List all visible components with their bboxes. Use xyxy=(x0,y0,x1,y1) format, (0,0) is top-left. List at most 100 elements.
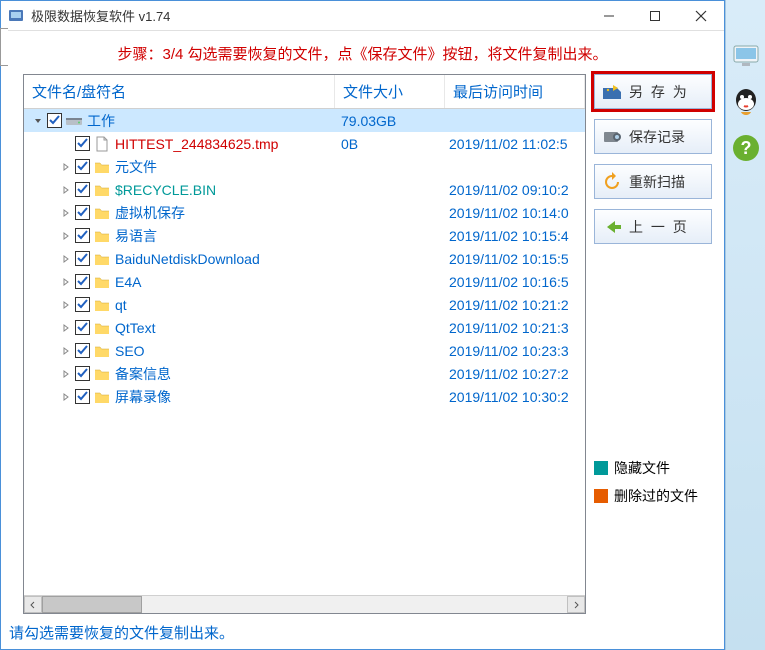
expander-icon[interactable] xyxy=(60,276,72,288)
file-row[interactable]: SEO2019/11/02 10:23:3 xyxy=(24,339,585,362)
window-controls xyxy=(586,1,724,31)
expander-icon[interactable] xyxy=(60,391,72,403)
file-checkbox[interactable] xyxy=(47,113,62,128)
folder-icon xyxy=(93,158,111,176)
statusbar: 请勾选需要恢复的文件复制出来。 xyxy=(1,618,724,649)
file-date: 2019/11/02 11:02:5 xyxy=(445,136,585,152)
folder-icon xyxy=(93,250,111,268)
right-toolbar-strip: ? xyxy=(725,0,765,650)
file-row[interactable]: 元文件 xyxy=(24,155,585,178)
save-record-label: 保存记录 xyxy=(629,127,685,147)
step-instruction: 步骤：3/4 勾选需要恢复的文件，点《保存文件》按钮，将文件复制出来。 xyxy=(1,31,724,74)
prev-page-button[interactable]: 上 一 页 xyxy=(594,209,712,244)
scroll-left-button[interactable] xyxy=(24,596,42,613)
save-as-label: 另 存 为 xyxy=(629,82,689,102)
file-checkbox[interactable] xyxy=(75,297,90,312)
file-name: HITTEST_244834625.tmp xyxy=(115,136,278,152)
file-checkbox[interactable] xyxy=(75,251,90,266)
legend-deleted-label: 删除过的文件 xyxy=(614,486,698,506)
file-name: 易语言 xyxy=(115,226,157,246)
file-checkbox[interactable] xyxy=(75,136,90,151)
file-name: qt xyxy=(115,297,127,313)
scroll-right-button[interactable] xyxy=(567,596,585,613)
folder-icon xyxy=(93,342,111,360)
file-row[interactable]: HITTEST_244834625.tmp 0B2019/11/02 11:02:… xyxy=(24,132,585,155)
prev-page-icon xyxy=(601,216,623,238)
column-header-size[interactable]: 文件大小 xyxy=(335,75,445,108)
close-button[interactable] xyxy=(678,1,724,31)
folder-icon xyxy=(93,319,111,337)
file-row[interactable]: qt 2019/11/02 10:21:2 xyxy=(24,293,585,316)
file-row[interactable]: 虚拟机保存2019/11/02 10:14:0 xyxy=(24,201,585,224)
maximize-button[interactable] xyxy=(632,1,678,31)
strip-qq-icon[interactable] xyxy=(730,86,762,118)
file-date: 2019/11/02 10:15:5 xyxy=(445,251,585,267)
file-date: 2019/11/02 10:27:2 xyxy=(445,366,585,382)
file-row[interactable]: 屏幕录像 2019/11/02 10:30:2 xyxy=(24,385,585,408)
file-row[interactable]: QtText 2019/11/02 10:21:3 xyxy=(24,316,585,339)
legend-hidden-label: 隐藏文件 xyxy=(614,458,670,478)
left-window-stub xyxy=(0,28,8,66)
prev-page-label: 上 一 页 xyxy=(629,217,689,237)
expander-icon[interactable] xyxy=(60,207,72,219)
strip-monitor-icon[interactable] xyxy=(730,40,762,72)
file-list[interactable]: 工作79.03GBHITTEST_244834625.tmp0B2019/11/… xyxy=(24,109,585,595)
file-name: 屏幕录像 xyxy=(115,387,171,407)
titlebar[interactable]: 极限数据恢复软件 v1.74 xyxy=(1,1,724,31)
folder-icon xyxy=(93,296,111,314)
file-checkbox[interactable] xyxy=(75,343,90,358)
expander-icon[interactable] xyxy=(60,299,72,311)
expander-icon[interactable] xyxy=(32,115,44,127)
file-date: 2019/11/02 10:21:3 xyxy=(445,320,585,336)
file-row[interactable]: E4A2019/11/02 10:16:5 xyxy=(24,270,585,293)
file-checkbox[interactable] xyxy=(75,205,90,220)
file-checkbox[interactable] xyxy=(75,366,90,381)
file-date: 2019/11/02 10:30:2 xyxy=(445,389,585,405)
file-row[interactable]: 备案信息2019/11/02 10:27:2 xyxy=(24,362,585,385)
file-checkbox[interactable] xyxy=(75,389,90,404)
app-window: 极限数据恢复软件 v1.74 步骤：3/4 勾选需要恢复的文件，点《保存文件》按… xyxy=(0,0,725,650)
strip-help-icon[interactable]: ? xyxy=(730,132,762,164)
scroll-thumb[interactable] xyxy=(42,596,142,613)
expander-icon[interactable] xyxy=(60,230,72,242)
file-name: 元文件 xyxy=(115,157,157,177)
column-header-name[interactable]: 文件名/盘符名 xyxy=(24,75,335,108)
expander-icon[interactable] xyxy=(60,345,72,357)
file-row[interactable]: 易语言2019/11/02 10:15:4 xyxy=(24,224,585,247)
file-checkbox[interactable] xyxy=(75,274,90,289)
file-size: 0B xyxy=(335,136,445,152)
file-date: 2019/11/02 10:16:5 xyxy=(445,274,585,290)
expander-icon[interactable] xyxy=(60,322,72,334)
file-checkbox[interactable] xyxy=(75,320,90,335)
file-panel: 文件名/盘符名 文件大小 最后访问时间 工作79.03GBHITTEST_244… xyxy=(23,74,586,614)
expander-icon[interactable] xyxy=(60,253,72,265)
expander-icon[interactable] xyxy=(60,184,72,196)
file-name: QtText xyxy=(115,320,155,336)
file-row[interactable]: $RECYCLE.BIN2019/11/02 09:10:2 xyxy=(24,178,585,201)
legend-hidden: 隐藏文件 xyxy=(594,458,712,478)
folder-icon xyxy=(93,388,111,406)
folder-icon xyxy=(93,227,111,245)
file-date: 2019/11/02 10:21:2 xyxy=(445,297,585,313)
legend-hidden-swatch xyxy=(594,461,608,475)
rescan-icon xyxy=(601,171,623,193)
file-icon xyxy=(93,135,111,153)
file-name: 虚拟机保存 xyxy=(115,203,185,223)
file-checkbox[interactable] xyxy=(75,182,90,197)
horizontal-scrollbar[interactable] xyxy=(24,595,585,613)
scroll-track[interactable] xyxy=(42,596,567,613)
save-record-button[interactable]: 保存记录 xyxy=(594,119,712,154)
column-header-date[interactable]: 最后访问时间 xyxy=(445,75,585,108)
file-checkbox[interactable] xyxy=(75,159,90,174)
file-name: $RECYCLE.BIN xyxy=(115,182,216,198)
minimize-button[interactable] xyxy=(586,1,632,31)
rescan-button[interactable]: 重新扫描 xyxy=(594,164,712,199)
file-checkbox[interactable] xyxy=(75,228,90,243)
expander-icon[interactable] xyxy=(60,161,72,173)
save-as-button[interactable]: 另 存 为 xyxy=(594,74,712,109)
file-row[interactable]: 工作79.03GB xyxy=(24,109,585,132)
file-date: 2019/11/02 10:23:3 xyxy=(445,343,585,359)
svg-text:?: ? xyxy=(740,138,751,158)
expander-icon[interactable] xyxy=(60,368,72,380)
file-row[interactable]: BaiduNetdiskDownload2019/11/02 10:15:5 xyxy=(24,247,585,270)
